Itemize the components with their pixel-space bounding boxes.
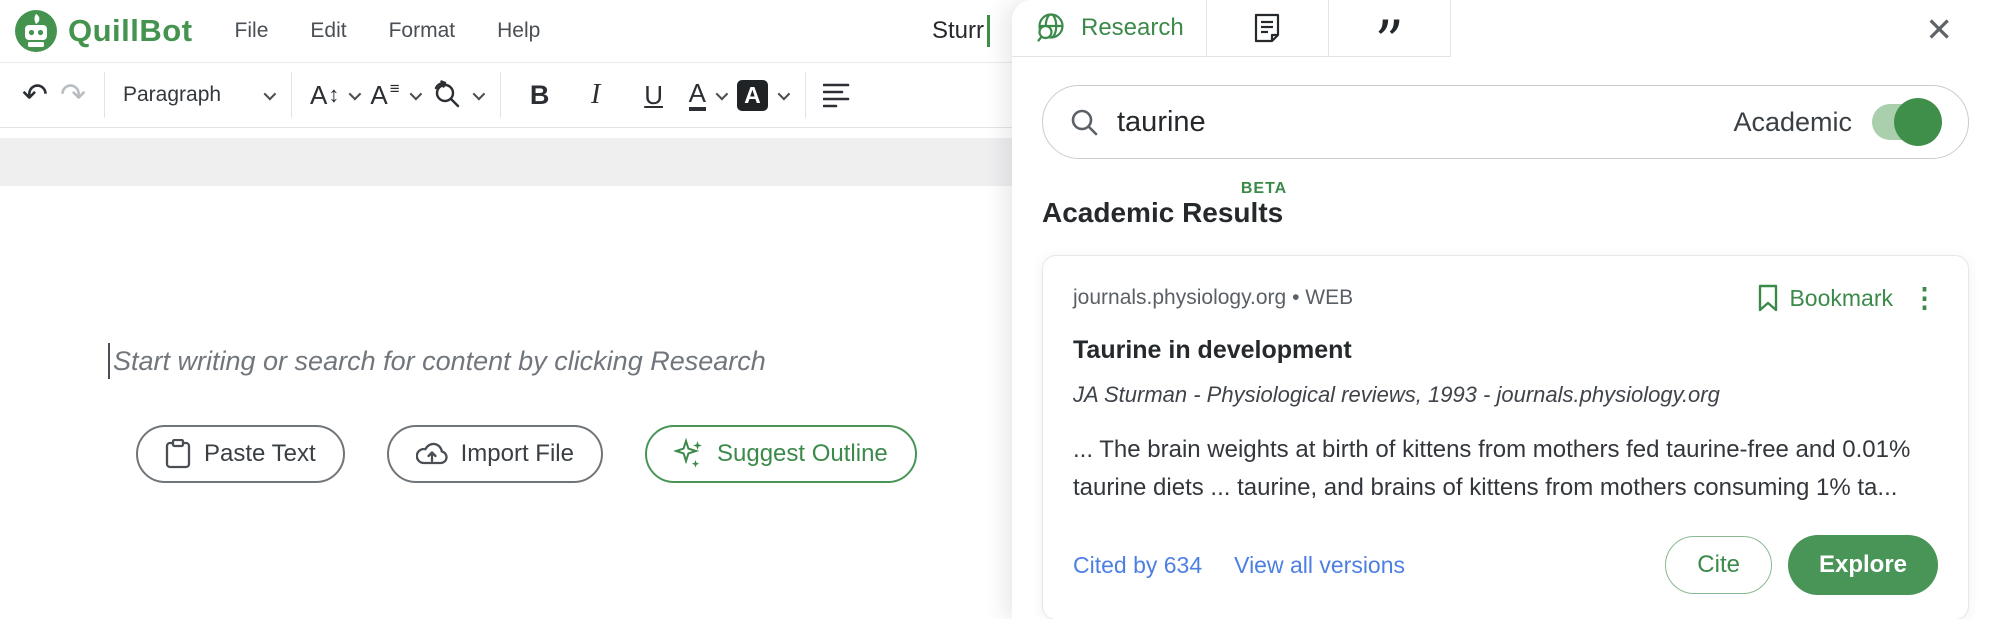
underline-button[interactable]: U [635, 73, 673, 117]
redo-icon[interactable]: ↷ [54, 73, 92, 117]
research-panel-body: Academic Academic Results BETA journals.… [1012, 85, 1999, 619]
document-title-text: Sturr [932, 17, 984, 45]
result-card-actions: Bookmark ⋮ [1757, 284, 1938, 312]
paste-text-button[interactable]: Paste Text [136, 425, 345, 483]
beta-badge: BETA [1241, 180, 1287, 198]
result-meta: JA Sturman - Physiological reviews, 1993… [1073, 382, 1938, 408]
notepad-icon [1252, 11, 1282, 45]
divider [805, 72, 806, 118]
results-heading: Academic Results [1042, 197, 1283, 228]
divider [104, 72, 105, 118]
chevron-down-icon [472, 87, 485, 100]
document-margin-band [0, 138, 1012, 186]
result-links: Cited by 634 View all versions [1073, 552, 1405, 579]
result-card-footer: Cited by 634 View all versions Cite Expl… [1073, 535, 1938, 595]
result-title[interactable]: Taurine in development [1073, 336, 1938, 365]
tab-notes[interactable] [1207, 0, 1328, 56]
cloud-upload-icon [416, 441, 448, 467]
brand-wordmark: QuillBot [68, 13, 193, 49]
text-caret [108, 343, 110, 379]
close-icon[interactable]: ✕ [1925, 10, 1953, 49]
academic-toggle-label: Academic [1733, 107, 1852, 138]
document-page[interactable]: Start writing or search for content by c… [0, 343, 1012, 483]
search-icon [1069, 107, 1099, 137]
divider [500, 72, 501, 118]
menu-edit[interactable]: Edit [310, 19, 346, 43]
text-color-dropdown[interactable]: A [689, 80, 725, 111]
chevron-down-icon [349, 87, 362, 100]
cited-by-link[interactable]: Cited by 634 [1073, 552, 1202, 579]
line-spacing-dropdown[interactable]: A ≡ [370, 80, 418, 111]
panel-tabs: Research ” [1012, 0, 1451, 57]
formatting-toolbar: ↶ ↷ Paragraph A ↕ A ≡ [0, 62, 1012, 128]
font-size-icon: A [310, 80, 327, 111]
menu-format[interactable]: Format [389, 19, 456, 43]
research-search-bar[interactable]: Academic [1042, 85, 1969, 159]
quillbot-logo-icon[interactable] [14, 9, 58, 53]
bookmark-label: Bookmark [1789, 285, 1893, 312]
text-color-icon: A [689, 80, 706, 111]
paraphrase-dropdown[interactable] [431, 79, 482, 111]
research-globe-icon [1034, 11, 1068, 45]
editor-region: QuillBot File Edit Format Help Sturr ↶ ↷… [0, 0, 1012, 619]
toggle-knob [1894, 98, 1942, 146]
panel-tabbar: Research ” [1012, 0, 1999, 57]
bookmark-icon [1757, 284, 1779, 312]
view-all-versions-link[interactable]: View all versions [1234, 552, 1405, 579]
line-spacing-icon: A [370, 80, 387, 111]
academic-toggle[interactable] [1872, 104, 1938, 140]
chevron-down-icon [409, 87, 422, 100]
menu-help[interactable]: Help [497, 19, 540, 43]
align-text-icon[interactable] [818, 73, 856, 117]
editor-placeholder: Start writing or search for content by c… [113, 346, 766, 377]
results-heading-block: Academic Results BETA [1042, 197, 1283, 229]
paragraph-style-dropdown[interactable]: Paragraph [117, 73, 279, 117]
paragraph-style-label: Paragraph [123, 83, 221, 107]
divider [291, 72, 292, 118]
highlight-color-icon: A [737, 80, 768, 111]
quillbot-app: QuillBot File Edit Format Help Sturr ↶ ↷… [0, 0, 1999, 619]
bold-button[interactable]: B [521, 73, 559, 117]
divider [1450, 0, 1451, 56]
sparkles-icon [674, 438, 704, 470]
bookmark-button[interactable]: Bookmark [1757, 284, 1893, 312]
undo-icon[interactable]: ↶ [16, 73, 54, 117]
kebab-menu-icon[interactable]: ⋮ [1911, 285, 1938, 312]
result-card: journals.physiology.org • WEB Bookmark ⋮ [1042, 255, 1969, 619]
result-source: journals.physiology.org • WEB [1073, 286, 1353, 310]
chevron-down-icon [778, 87, 791, 100]
menubar: QuillBot File Edit Format Help Sturr [0, 0, 1012, 62]
chevron-down-icon [264, 87, 277, 100]
highlight-color-dropdown[interactable]: A [737, 80, 787, 111]
document-title[interactable]: Sturr [932, 15, 1012, 47]
tab-citations[interactable]: ” [1329, 0, 1450, 56]
quotation-marks-icon: ” [1374, 32, 1404, 52]
tab-research[interactable]: Research [1012, 0, 1206, 56]
paraphrase-icon [431, 79, 463, 111]
menu-file[interactable]: File [235, 19, 269, 43]
research-panel: Research ” [1012, 0, 1999, 619]
chevron-down-icon [716, 87, 729, 100]
text-caret [987, 15, 990, 47]
clipboard-icon [165, 439, 191, 469]
result-snippet: ... The brain weights at birth of kitten… [1073, 431, 1938, 507]
font-size-dropdown[interactable]: A ↕ [310, 80, 358, 111]
editor-quick-actions: Paste Text Import File [136, 425, 1012, 483]
tab-research-label: Research [1081, 14, 1184, 42]
result-card-header: journals.physiology.org • WEB Bookmark ⋮ [1073, 284, 1938, 312]
editor-placeholder-row: Start writing or search for content by c… [108, 343, 1012, 379]
explore-button[interactable]: Explore [1788, 535, 1938, 595]
result-buttons: Cite Explore [1665, 535, 1938, 595]
cite-button[interactable]: Cite [1665, 536, 1772, 594]
suggest-outline-button[interactable]: Suggest Outline [645, 425, 917, 483]
italic-button[interactable]: I [577, 73, 615, 117]
import-file-button[interactable]: Import File [387, 425, 603, 483]
search-input[interactable] [1117, 106, 1733, 139]
